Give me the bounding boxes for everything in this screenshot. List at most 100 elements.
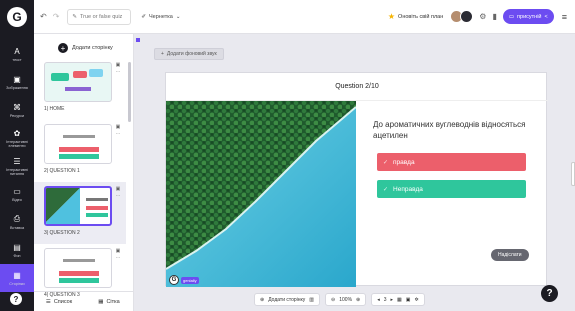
status-label: Чернетка [149,13,173,20]
undo-icon[interactable]: ↶ [40,12,47,21]
brand-text: genially [181,276,199,284]
nav-label: Ресурси [9,113,25,118]
settings-icon[interactable]: ⚙ [479,12,486,21]
genially-logo-icon: G [169,275,179,285]
check-icon: ✓ [383,159,389,166]
upgrade-plan-label: Оновіть свій план [398,13,444,20]
fullscreen-icon[interactable]: ▣ [406,297,411,303]
slide-label: 2| QUESTION 1 [44,168,80,174]
answer-false-label: Неправда [393,185,423,193]
slides-panel: + Додати сторінку ▣ ⋯ 1| HOME ▣ ⋯ 2| QUE… [34,34,134,311]
nav-images[interactable]: ▣ Зображення [0,68,34,96]
slide-thumbnail[interactable]: ▣ ⋯ 1| HOME [34,58,126,120]
insert-icon: ⎙ [13,214,21,223]
title-field[interactable]: ✎ True or false quiz [67,8,132,25]
question3-thumb-art [59,259,99,283]
nav-label: Відео [12,197,22,202]
zoom-in-icon[interactable]: ⊕ [356,297,360,303]
slide-thumbnail[interactable]: ▣ ⋯ 2| QUESTION 1 [34,120,126,182]
status-dropdown[interactable]: ✐ Чернетка ⌄ [141,14,180,20]
questions-icon: ☰ [13,156,21,166]
grid-view-icon[interactable]: ▦ [397,297,402,303]
submit-button[interactable]: Надіслати [491,249,529,261]
forest-lake-image[interactable] [166,101,356,287]
left-nav: Aтекст ▣ Зображення ⌘ Ресурси ✿ Інтерактивн… [0,34,34,311]
title-text: True or false quiz [80,13,123,20]
menu-icon[interactable]: ≡ [562,12,567,22]
background-icon: ▤ [13,242,21,252]
answer-true-label: правда [393,158,415,166]
nav-label: Фон [13,253,21,258]
nav-pages[interactable]: ▦ Сторінки [0,264,34,292]
slides-scrollbar[interactable] [128,62,131,122]
answer-true-button[interactable]: ✓ правда [377,153,526,171]
resources-icon: ⌘ [13,102,21,112]
nav-video[interactable]: ▭ Відео [0,180,34,208]
side-panel-handle[interactable] [571,162,575,186]
redo-icon[interactable]: ↷ [53,12,60,21]
plus-icon: + [58,43,68,53]
slide-thumbnail[interactable]: ▣ ⋯ 3| QUESTION 2 [34,182,126,244]
slide-label: 3| QUESTION 2 [44,230,80,236]
thumbnail-question-1 [44,124,112,164]
app-logo[interactable]: G [0,0,34,34]
nav-background[interactable]: ▤ Фон [0,236,34,264]
top-toolbar: G ↶ ↷ ✎ True or false quiz ✐ Чернетка ⌄ … [0,0,575,34]
stats-icon[interactable]: ▮ [492,12,496,21]
nav-text[interactable]: Aтекст [0,40,34,68]
plus-circle-icon: ⊕ [260,296,265,303]
nav-interactive-elements[interactable]: ✿ Інтерактивні елементи [0,124,34,152]
collaborators[interactable] [450,10,474,23]
slide-actions[interactable]: ▣ ⋯ [114,248,122,262]
list-icon: ☰ [45,298,51,305]
tab-list-label: Список [53,298,73,305]
home-thumb-art [51,69,103,91]
zoom-level: 100% [339,296,353,303]
pages-icon: ▦ [13,270,21,280]
text-icon: A [14,46,20,56]
image-icon: ▣ [13,74,21,84]
zoom-out-icon[interactable]: ⊖ [331,297,335,303]
share-icon: < [544,13,548,20]
answer-false-button[interactable]: ✓ Неправда [377,180,526,198]
add-page-bottom[interactable]: ⊕ Додати сторінку ▥ [254,293,321,306]
slide-actions[interactable]: ▣ ⋯ [114,186,122,200]
add-page-bottom-label: Додати сторінку [268,296,306,303]
page-number: 3 [383,296,387,303]
tab-grid[interactable]: ▦ Сітка [84,299,134,305]
question1-thumb-art [59,135,99,159]
help-fab-button[interactable]: ? [541,285,558,302]
thumbnail-home [44,62,112,102]
question-text[interactable]: До ароматичних вуглеводнів відносяться а… [373,119,533,141]
add-background-audio-button[interactable]: + Додати фоновий звук [154,48,224,60]
prev-page-icon[interactable]: ◂ [377,297,380,303]
nav-label: Інтерактивні питання [6,167,28,176]
app: G ↶ ↷ ✎ True or false quiz ✐ Чернетка ⌄ … [0,0,575,311]
editor-area: + Додати фоновий звук Question 2/10 До а… [134,34,575,311]
trash-icon[interactable]: ▥ [309,297,314,303]
add-page-button[interactable]: + Додати сторінку [58,43,113,53]
plus-icon: + [161,51,164,57]
help-button[interactable]: ? [10,293,22,305]
slide-actions[interactable]: ▣ ⋯ [114,62,122,76]
nav-interactive-questions[interactable]: ☰ Інтерактивні питання [0,152,34,180]
nav-label: Зображення [6,85,28,90]
slide-actions[interactable]: ▣ ⋯ [114,124,122,138]
nav-resources[interactable]: ⌘ Ресурси [0,96,34,124]
tab-list[interactable]: ☰ Список [34,299,84,305]
settings-icon[interactable]: ✲ [415,297,419,303]
question2-thumb-art [46,188,108,224]
thumbnail-question-3 [44,248,112,288]
video-icon: ▭ [13,186,21,196]
question-counter: Question 2/10 [166,73,548,101]
next-page-icon[interactable]: ▸ [391,297,394,303]
nav-insert[interactable]: ⎙ Вставка [0,208,34,236]
thumbnail-question-2 [44,186,112,226]
slide-canvas[interactable]: Question 2/10 До ароматичних вуглеводнів… [165,72,548,287]
present-button[interactable]: ▭ присутній < [502,9,554,24]
grid-icon: ▦ [98,298,104,305]
upgrade-plan-link[interactable]: ★ Оновіть свій план [388,12,443,21]
nav-label: Сторінки [9,281,25,286]
canvas-marker [136,38,140,42]
pencil-icon: ✐ [141,13,147,20]
